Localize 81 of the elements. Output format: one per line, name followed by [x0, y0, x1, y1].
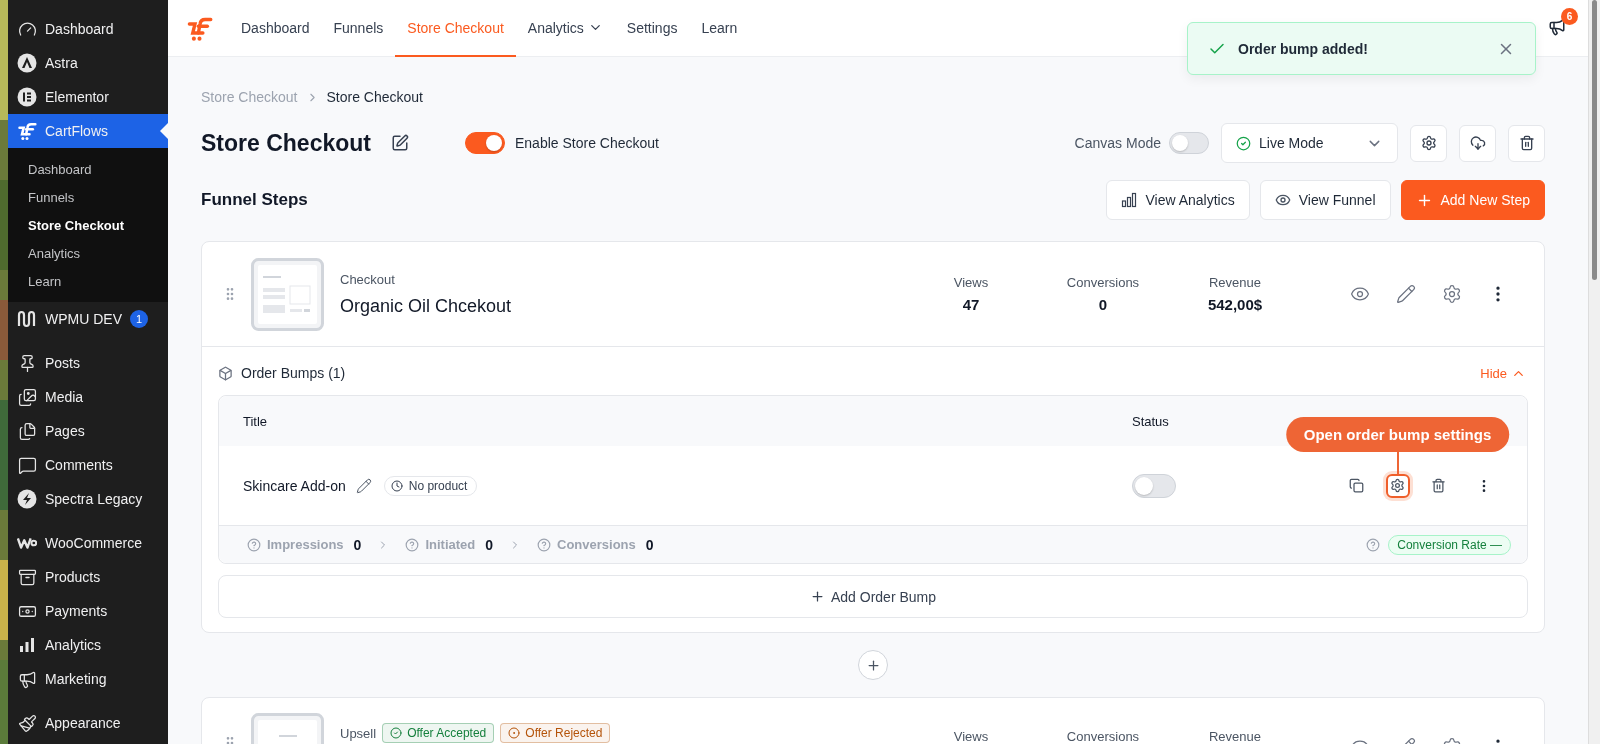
metric-label: Conversions — [557, 537, 636, 552]
submenu-item[interactable]: Funnels — [8, 183, 168, 211]
metric-label: Impressions — [267, 537, 344, 552]
step-name: Organic Oil Chcekout — [340, 295, 513, 317]
section-title: Funnel Steps — [201, 190, 309, 210]
sidebar-item[interactable]: Appearance — [8, 706, 168, 740]
step-type: Checkout — [340, 271, 395, 287]
stat-label: Views — [953, 729, 989, 744]
toggle-label: Canvas Mode — [1074, 135, 1161, 151]
sidebar-item[interactable]: CartFlows — [8, 114, 168, 148]
metric-label: Initiated — [425, 537, 476, 552]
column-header: Status — [1132, 413, 1170, 429]
stat-label: Revenue — [1208, 275, 1261, 290]
sidebar-item-label: Analytics — [45, 637, 102, 653]
product-tag-text: No product — [408, 478, 468, 493]
sidebar-item-label: Payments — [45, 603, 108, 619]
stat-label: Conversions — [1066, 729, 1140, 744]
metric-value: 0 — [485, 536, 494, 553]
sidebar-item[interactable]: Dashboard — [8, 12, 168, 46]
sidebar-item-label: Elementor — [45, 89, 109, 105]
order-bumps-title: Order Bumps (1) — [241, 365, 347, 381]
toggle-label: Enable Store Checkout — [515, 135, 659, 151]
sidebar-item-label: Comments — [45, 457, 113, 473]
action-button[interactable]: View Analytics — [1106, 180, 1250, 220]
sidebar-item-label: Posts — [45, 355, 80, 371]
sidebar-item-label: WooCommerce — [45, 535, 142, 551]
submenu-item[interactable]: Analytics — [8, 239, 168, 267]
sidebar-item[interactable]: Analytics — [8, 628, 168, 662]
sidebar-item-label: Dashboard — [45, 21, 114, 37]
sidebar-item-label: Products — [45, 569, 101, 585]
sidebar-item[interactable]: Astra — [8, 46, 168, 80]
stat-value: 47 — [962, 296, 980, 313]
sidebar-item-label: Astra — [45, 55, 78, 71]
nav-tab[interactable]: Funnels — [321, 0, 396, 57]
nav-tab[interactable]: Settings — [614, 0, 690, 57]
sidebar-item-label: Spectra Legacy — [45, 491, 143, 507]
callout-label: Open order bump settings — [1285, 416, 1510, 452]
action-button[interactable]: View Funnel — [1259, 180, 1391, 220]
sidebar-item[interactable]: Marketing — [8, 662, 168, 696]
mode-select[interactable]: Live Mode — [1221, 123, 1398, 163]
sidebar-item[interactable]: WooCommerce — [8, 526, 168, 560]
metric-value: 0 — [353, 536, 362, 553]
sidebar-item[interactable]: Payments — [8, 594, 168, 628]
stat-label: Views — [953, 275, 989, 290]
add-order-bump-button[interactable]: Add Order Bump — [218, 575, 1528, 618]
sidebar-item[interactable]: WPMU DEV 1 — [8, 302, 168, 336]
sidebar-item-label: WPMU DEV — [45, 311, 122, 327]
metric-value: 0 — [645, 536, 654, 553]
submenu-item[interactable]: Learn — [8, 267, 168, 295]
step-type: Upsell — [340, 725, 377, 741]
stat-label: Revenue — [1208, 729, 1261, 744]
sidebar-item-label: Appearance — [45, 715, 121, 731]
toast-message: Order bump added! — [1238, 40, 1369, 57]
nav-tab[interactable]: Analytics — [515, 0, 615, 57]
sidebar-item-label: Marketing — [45, 671, 107, 687]
sidebar-item-label: CartFlows — [45, 123, 108, 139]
stat-value: 542,00$ — [1207, 296, 1263, 313]
sidebar-item[interactable]: Posts — [8, 346, 168, 380]
sidebar-item[interactable]: Comments — [8, 448, 168, 482]
notification-badge: 6 — [1561, 8, 1578, 25]
order-bump-title: Skincare Add-on — [243, 477, 346, 494]
badge-text: Offer Rejected — [525, 726, 603, 740]
stat-value: 0 — [1098, 296, 1108, 313]
submenu-item[interactable]: Dashboard — [8, 155, 168, 183]
sidebar-item[interactable]: Products — [8, 560, 168, 594]
breadcrumb-link[interactable]: Store Checkout — [326, 89, 423, 105]
sidebar-item[interactable]: Media — [8, 380, 168, 414]
sidebar-item[interactable]: Spectra Legacy — [8, 482, 168, 516]
sidebar-item-label: Media — [45, 389, 84, 405]
badge-text: Offer Accepted — [407, 726, 487, 740]
nav-tab[interactable]: Learn — [689, 0, 750, 57]
page-title: Store Checkout — [201, 129, 371, 157]
count-badge: 1 — [130, 310, 148, 328]
sidebar-item-label: Pages — [45, 423, 85, 439]
sidebar-item[interactable]: Pages — [8, 414, 168, 448]
nav-tab[interactable]: Dashboard — [229, 0, 322, 57]
stat-label: Conversions — [1066, 275, 1140, 290]
sidebar-item[interactable]: Elementor — [8, 80, 168, 114]
conversion-rate-badge: Conversion Rate — — [1388, 534, 1511, 555]
column-header: Title — [243, 413, 269, 429]
submenu-item[interactable]: Store Checkout — [8, 211, 168, 239]
